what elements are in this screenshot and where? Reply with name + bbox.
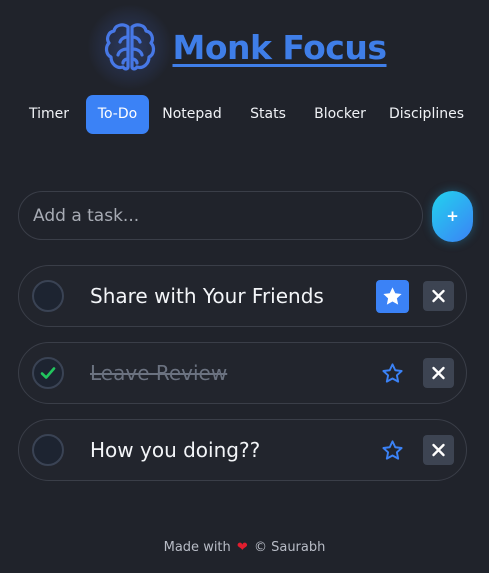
- close-icon: [432, 443, 445, 457]
- task-item: How you doing??: [18, 419, 467, 481]
- task-item: Leave Review: [18, 342, 467, 404]
- task-text: Share with Your Friends: [90, 284, 324, 308]
- tab-notepad[interactable]: Notepad: [157, 95, 227, 134]
- tab-timer[interactable]: Timer: [22, 95, 76, 134]
- star-button[interactable]: [376, 280, 409, 313]
- task-item: Share with Your Friends: [18, 265, 467, 327]
- add-task-button[interactable]: +: [432, 191, 473, 242]
- delete-button[interactable]: [423, 281, 454, 311]
- delete-button[interactable]: [423, 435, 454, 465]
- star-button[interactable]: [376, 357, 409, 390]
- logo: [88, 5, 173, 89]
- delete-button[interactable]: [423, 358, 454, 388]
- add-task-input[interactable]: [18, 191, 423, 240]
- task-text: How you doing??: [90, 438, 261, 462]
- star-button[interactable]: [376, 434, 409, 467]
- add-task-row: +: [18, 191, 473, 242]
- footer-prefix: Made with: [163, 540, 231, 555]
- checkmark-icon: [40, 367, 56, 379]
- brain-icon: [105, 23, 156, 71]
- close-icon: [432, 366, 445, 380]
- tab-blocker[interactable]: Blocker: [306, 95, 374, 134]
- app-header: Monk Focus: [0, 5, 489, 89]
- footer: Made with ❤ © Saurabh: [0, 540, 489, 555]
- heart-icon: ❤: [236, 540, 248, 555]
- close-icon: [432, 289, 445, 303]
- tab-todo[interactable]: To-Do: [86, 95, 149, 134]
- task-checkbox[interactable]: [32, 357, 64, 389]
- tab-disciplines[interactable]: Disciplines: [384, 95, 469, 134]
- task-checkbox[interactable]: [32, 434, 64, 466]
- nav-tabs: Timer To-Do Notepad Stats Blocker Discip…: [0, 95, 489, 134]
- task-checkbox[interactable]: [32, 280, 64, 312]
- footer-credit: © Saurabh: [253, 540, 326, 555]
- star-outline-icon: [382, 440, 403, 460]
- star-filled-icon: [383, 287, 402, 305]
- task-text: Leave Review: [90, 361, 228, 385]
- star-outline-icon: [382, 363, 403, 383]
- tab-stats[interactable]: Stats: [242, 95, 294, 134]
- app-title-link[interactable]: Monk Focus: [172, 28, 387, 67]
